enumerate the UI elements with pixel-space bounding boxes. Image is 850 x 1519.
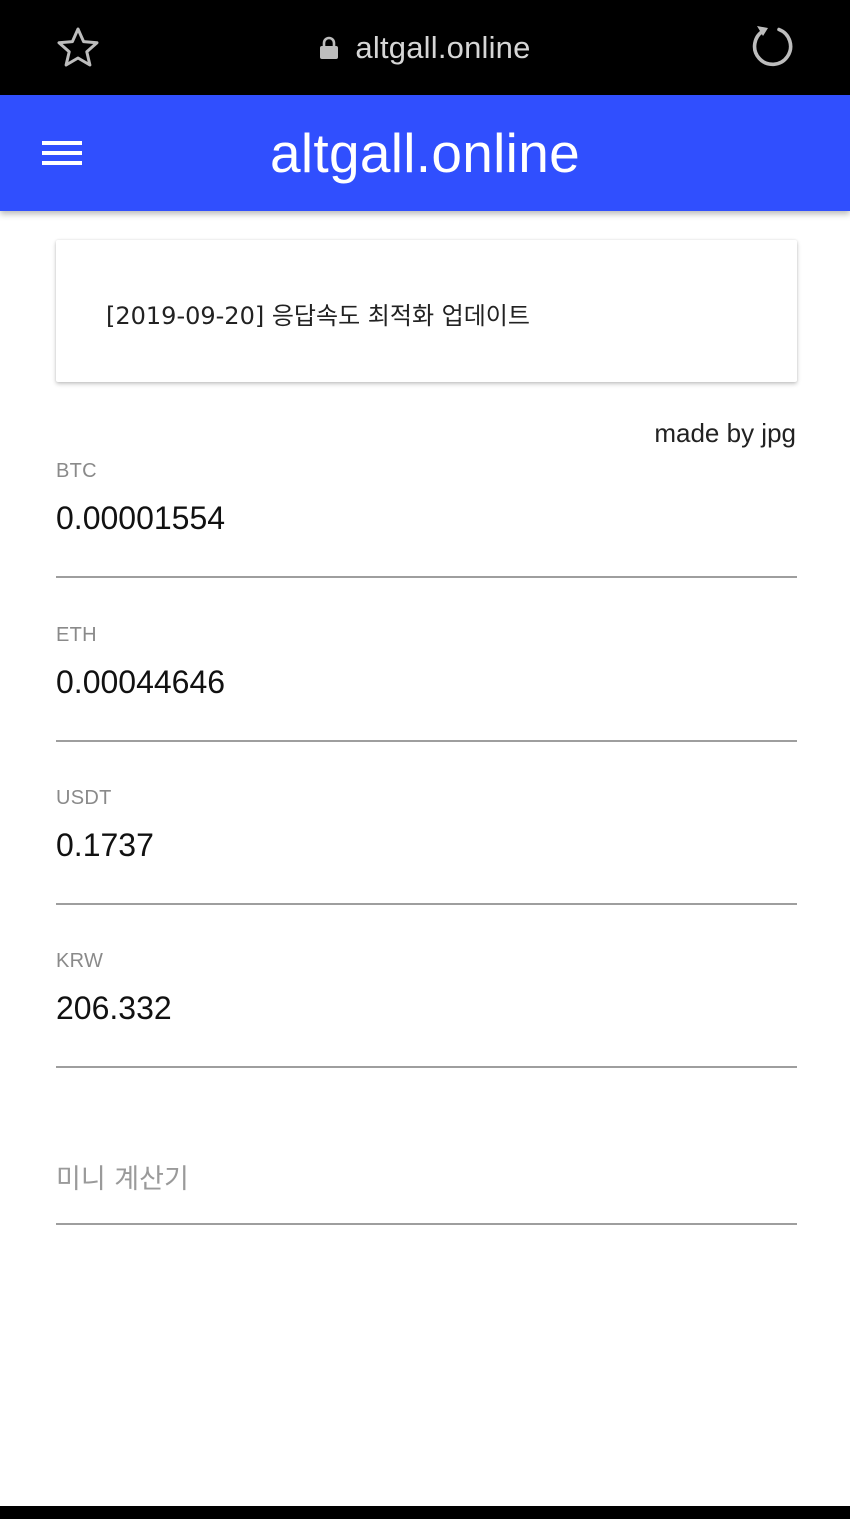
eth-label: ETH (56, 624, 97, 646)
eth-field: ETH (56, 624, 797, 742)
btc-field: BTC (56, 460, 797, 578)
page-title: altgall.online (270, 122, 580, 184)
url-text: altgall.online (355, 29, 531, 65)
usdt-input[interactable] (56, 827, 797, 864)
krw-field: KRW (56, 950, 797, 1068)
eth-input[interactable] (56, 664, 797, 701)
address-bar[interactable]: altgall.online (319, 30, 530, 66)
btc-label: BTC (56, 460, 97, 482)
system-nav-bar (0, 1506, 850, 1519)
krw-label: KRW (56, 950, 104, 972)
usdt-label: USDT (56, 787, 112, 809)
mini-calculator-input[interactable] (56, 1164, 797, 1195)
lock-icon (319, 36, 339, 60)
notice-card: [2019-09-20] 응답속도 최적화 업데이트 (56, 240, 797, 382)
browser-toolbar: altgall.online (0, 0, 850, 95)
star-icon[interactable] (55, 26, 101, 70)
reload-icon[interactable] (748, 22, 798, 72)
app-header: altgall.online (0, 95, 850, 211)
notice-text: [2019-09-20] 응답속도 최적화 업데이트 (106, 302, 530, 330)
usdt-field: USDT (56, 787, 797, 905)
krw-input[interactable] (56, 990, 797, 1027)
btc-input[interactable] (56, 500, 797, 537)
mini-calculator-field (56, 1158, 797, 1225)
hamburger-menu-icon[interactable] (38, 132, 86, 174)
credit-text: made by jpg (654, 418, 796, 448)
